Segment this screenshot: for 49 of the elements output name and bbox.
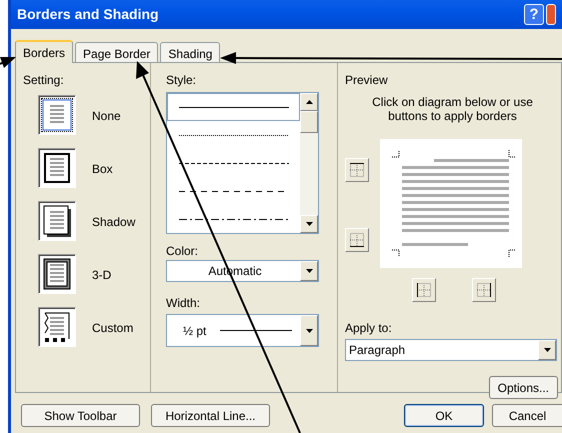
setting-option-button[interactable]: [38, 148, 76, 188]
dialog-button[interactable]: Horizontal Line...: [151, 404, 270, 427]
field-label: Color:: [166, 243, 200, 260]
close-button[interactable]: [546, 4, 556, 25]
dialog-button[interactable]: OK: [404, 404, 484, 427]
field-label: Apply to:: [345, 320, 393, 337]
preview-instructions: Click on diagram below or use buttons to apply borders: [371, 95, 534, 123]
scrollbar[interactable]: [300, 93, 318, 233]
line-style-option[interactable]: [167, 93, 300, 121]
setting-label: None: [92, 108, 121, 125]
right-border-button[interactable]: [472, 278, 496, 302]
setting-label: Box: [92, 161, 113, 178]
border-icon: [349, 232, 365, 248]
scroll-up-icon: [304, 99, 314, 105]
border-icon: [476, 282, 492, 298]
top-border-button[interactable]: [345, 158, 369, 182]
setting-label: 3-D: [92, 267, 112, 284]
left-border-button[interactable]: [412, 278, 436, 302]
tab[interactable]: Page Border: [75, 42, 158, 62]
tab[interactable]: Shading: [160, 42, 220, 62]
field-label: Style:: [166, 72, 198, 89]
dropdown-arrow-icon: [304, 328, 314, 334]
dialog-button[interactable]: Show Toolbar: [21, 404, 140, 427]
section-label: Preview: [345, 72, 389, 89]
setting-option-button[interactable]: [38, 254, 76, 294]
scrollbar-thumb[interactable]: [300, 111, 318, 133]
scroll-down-icon: [304, 221, 314, 227]
dropdown[interactable]: ½ pt: [166, 314, 319, 347]
dropdown-arrow-icon: [542, 347, 552, 353]
tab[interactable]: Borders: [15, 40, 74, 63]
help-button[interactable]: ?: [524, 4, 544, 25]
dialog-button[interactable]: Cancel: [492, 404, 562, 427]
field-label: Width:: [166, 295, 202, 312]
annotation-arrow: [0, 57, 16, 68]
dropdown[interactable]: Paragraph: [345, 339, 557, 361]
options-button[interactable]: Options...: [488, 376, 558, 399]
dropdown-value: Paragraph: [349, 342, 406, 359]
border-icon: [349, 162, 365, 178]
setting-option-button[interactable]: [38, 307, 76, 347]
setting-label: Custom: [92, 320, 134, 337]
dropdown-value: ½ pt: [183, 322, 206, 340]
window-title: Borders and Shading: [17, 5, 160, 24]
setting-option-button[interactable]: [38, 201, 76, 241]
border-icon: [416, 282, 432, 298]
dropdown-arrow-icon: [304, 268, 314, 274]
setting-option-button[interactable]: [38, 95, 76, 135]
bottom-border-button[interactable]: [345, 228, 369, 252]
field-label: Setting:: [23, 72, 65, 89]
setting-label: Shadow: [92, 214, 136, 231]
